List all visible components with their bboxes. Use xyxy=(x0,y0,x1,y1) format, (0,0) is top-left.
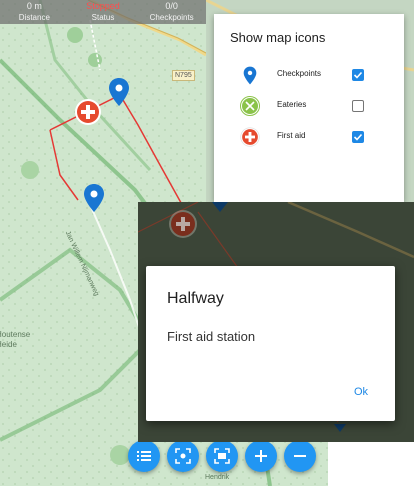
eateries-checkbox[interactable] xyxy=(352,100,364,112)
fit-screen-icon xyxy=(214,448,230,464)
option-checkpoints-label: Checkpoints xyxy=(277,69,322,78)
option-icon xyxy=(240,96,260,116)
list-button[interactable] xyxy=(128,440,160,472)
check-icon xyxy=(353,71,363,79)
option-eateries-label: Eateries xyxy=(277,100,307,109)
map-icons-dialog: Show map icons Checkpoints Eateries Firs… xyxy=(214,14,404,202)
stat-distance: 0 m Distance xyxy=(0,0,69,24)
list-icon xyxy=(137,451,151,461)
zoom-in-button[interactable] xyxy=(245,440,277,472)
first-aid-icon xyxy=(75,99,101,125)
eatery-icon xyxy=(240,96,260,116)
first-aid-marker[interactable] xyxy=(74,98,102,131)
halfway-screen: Halfway First aid station Ok xyxy=(138,202,414,442)
option-first-aid[interactable]: First aid xyxy=(214,125,404,149)
stat-status-value: Stopped xyxy=(86,1,120,11)
stat-checkpoints-label: Checkpoints xyxy=(149,13,194,22)
stat-status-label: Status xyxy=(91,13,115,22)
check-icon xyxy=(353,133,363,141)
first-aid-checkbox[interactable] xyxy=(352,131,364,143)
street-label: Hendrik xyxy=(205,474,230,481)
minus-icon xyxy=(294,455,306,457)
plus-icon xyxy=(255,450,267,462)
option-checkpoints[interactable]: Checkpoints xyxy=(214,63,404,87)
checkpoint-pin-icon xyxy=(84,184,104,212)
stat-status: Stopped Status xyxy=(69,0,138,24)
map-icons-title: Show map icons xyxy=(230,30,326,45)
option-icon xyxy=(240,127,260,147)
stat-distance-label: Distance xyxy=(18,13,50,22)
road-number-tag: N795 xyxy=(172,70,195,81)
checkpoint-marker[interactable] xyxy=(108,77,130,112)
halfway-dialog: Halfway First aid station Ok xyxy=(146,266,395,421)
dialog-message: First aid station xyxy=(167,329,256,344)
checkpoint-pin-icon xyxy=(109,78,129,106)
map-icons-screen: Show map icons Checkpoints Eateries Firs… xyxy=(206,0,414,202)
focus-location-button[interactable] xyxy=(167,440,199,472)
option-first-aid-label: First aid xyxy=(277,131,306,140)
first-aid-icon xyxy=(240,127,260,147)
checkpoint-marker[interactable] xyxy=(83,183,105,218)
area-label: Houtense Heide xyxy=(0,330,31,349)
fit-route-button[interactable] xyxy=(206,440,238,472)
tracking-stats-bar: 0 m Distance Stopped Status 0/0 Checkpoi… xyxy=(0,0,206,24)
ok-button[interactable]: Ok xyxy=(354,386,368,398)
stat-checkpoints: 0/0 Checkpoints xyxy=(137,0,206,24)
zoom-out-button[interactable] xyxy=(284,440,316,472)
stat-distance-value: 0 m xyxy=(26,1,42,11)
option-eateries[interactable]: Eateries xyxy=(214,94,404,118)
dialog-title: Halfway xyxy=(167,290,224,307)
stat-checkpoints-value: 0/0 xyxy=(165,1,178,11)
focus-icon xyxy=(175,448,191,464)
option-icon xyxy=(240,65,260,85)
checkpoint-pin-icon xyxy=(243,66,257,84)
checkpoints-checkbox[interactable] xyxy=(352,69,364,81)
